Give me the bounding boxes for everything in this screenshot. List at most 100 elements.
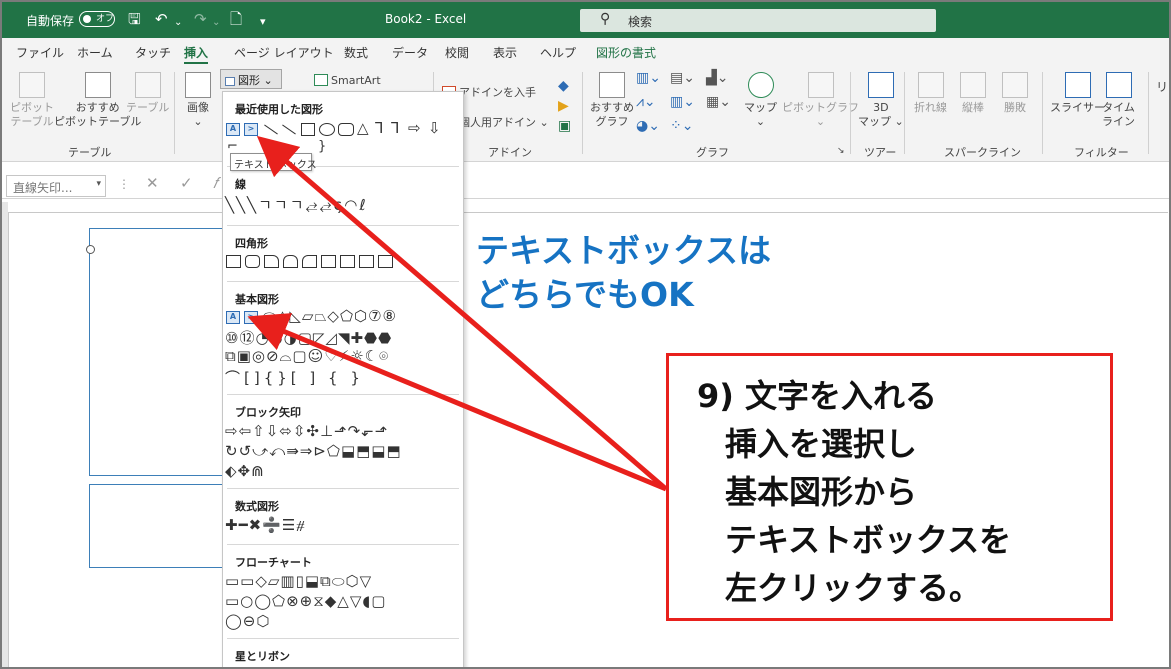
vertical-text-box-glyph: > xyxy=(247,312,255,321)
oval-shape-icon[interactable] xyxy=(319,123,335,136)
shapes-button[interactable]: 図形 ⌄ xyxy=(220,69,282,89)
gallery-heading-rectangles: 四角形 xyxy=(235,237,268,250)
rounded-rect-icon[interactable] xyxy=(245,255,260,268)
pie-chart-icon[interactable]: ◕⌄ xyxy=(636,118,660,134)
snip-rect-icon[interactable] xyxy=(264,255,279,268)
rectangle-shape-icon[interactable] xyxy=(301,123,315,136)
snip-round-rect-icon[interactable] xyxy=(321,255,336,268)
block-arrows-row3-icon[interactable]: ⬖✥⋒ xyxy=(225,462,265,480)
equation-shapes-icon[interactable]: ✚━✖➗☰⧣ xyxy=(225,516,306,534)
arrow-line-icon[interactable] xyxy=(282,124,296,135)
visio-icon[interactable]: ▣ xyxy=(558,118,571,134)
rect-icon[interactable] xyxy=(226,255,241,268)
smartart-button[interactable]: SmartArt xyxy=(314,74,381,87)
3d-map-button[interactable]: 3D マップ ⌄ xyxy=(858,72,904,129)
image-button[interactable]: 画像 ⌄ xyxy=(185,72,211,129)
flowchart-row3-icon[interactable]: ◯⊖⬡ xyxy=(225,612,270,630)
flowchart-row1-icon[interactable]: ▭▭◇▱▥▯⬓⧉⬭⬡▽ xyxy=(225,572,372,590)
basic-shapes-row2-icon[interactable]: ⑩⑫◔◕◑▢◸◿◥✚⬣⬣ xyxy=(225,327,392,348)
dialog-launcher-icon[interactable]: ↘ xyxy=(837,146,845,156)
tooltip: テキスト ボックス xyxy=(230,153,317,171)
basic-vertical-text-box-icon[interactable]: > xyxy=(244,311,258,324)
undo-icon[interactable]: ↶ xyxy=(155,10,168,28)
sparkline-column-button[interactable]: 縦棒 xyxy=(960,72,986,115)
tab-touch[interactable]: タッチ xyxy=(135,44,171,61)
line-chart-icon[interactable]: ⩘⌄ xyxy=(636,94,656,110)
save-icon[interactable]: 🖫 xyxy=(128,10,141,28)
elbow-arrow-icon[interactable]: ⅂ xyxy=(391,119,399,137)
cancel-icon[interactable]: ✕ xyxy=(146,174,159,192)
tab-review[interactable]: 校閲 xyxy=(445,44,469,61)
slicer-button[interactable]: スライサー xyxy=(1050,72,1105,115)
bracket-shape-icon[interactable]: ⌐ xyxy=(227,139,238,154)
tab-formulas[interactable]: 数式 xyxy=(344,44,368,61)
recommended-chart-button[interactable]: おすすめ グラフ xyxy=(590,72,634,129)
round-diag-rect-icon[interactable] xyxy=(378,255,393,268)
line-shape-icon[interactable] xyxy=(264,124,278,135)
chevron-down-icon[interactable]: ▾ xyxy=(96,179,101,189)
tab-file[interactable]: ファイル xyxy=(16,44,64,61)
undo-dropdown-icon[interactable]: ⌄ xyxy=(174,14,182,32)
basic-shapes-row3-icon[interactable]: ⧉▣◎⊘⌓▢☺♡⚡☼☾⌾ xyxy=(225,347,389,365)
waterfall-chart-icon[interactable]: ▟⌄ xyxy=(706,70,729,86)
name-box[interactable]: 直線矢印... ▾ xyxy=(6,175,106,197)
hierarchy-chart-icon[interactable]: ▤⌄ xyxy=(670,70,695,86)
tab-data[interactable]: データ xyxy=(392,44,428,61)
down-arrow-icon[interactable]: ⇩ xyxy=(428,119,441,137)
people-graph-icon[interactable]: ▶ xyxy=(558,98,569,114)
sparkline-winloss-button[interactable]: 勝敗 xyxy=(1002,72,1028,115)
globe-icon xyxy=(747,72,774,98)
resize-handle[interactable] xyxy=(86,245,95,254)
pivot-table-button[interactable]: ピボット テーブル xyxy=(10,72,54,129)
right-arrow-icon[interactable]: ⇨ xyxy=(408,119,421,137)
redo-icon[interactable]: ↷ xyxy=(194,10,207,28)
pivot-chart-button[interactable]: ピボットグラフ ⌄ xyxy=(782,72,859,129)
block-arrows-row1-icon[interactable]: ⇨⇦⇧⇩⬄⇳✣⊥⬏↷⬐⬏ xyxy=(225,422,388,440)
tab-view[interactable]: 表示 xyxy=(493,44,517,61)
rounded-rect-icon[interactable] xyxy=(338,123,354,136)
statistic-chart-icon[interactable]: ▥⌄ xyxy=(670,94,695,110)
sparkline-line-button[interactable]: 折れ線 xyxy=(914,72,947,115)
vertical-text-box-icon[interactable]: > xyxy=(244,123,258,136)
more-icon: ⋮ xyxy=(118,177,130,191)
formula-bar xyxy=(2,163,1169,199)
tab-home[interactable]: ホーム xyxy=(77,44,113,61)
basic-shapes-row4-icon[interactable]: ⌒[]{}[ ] { } xyxy=(225,367,364,388)
round-same-rect-icon[interactable] xyxy=(359,255,374,268)
search-input[interactable]: ⚲ 検索 xyxy=(580,9,936,32)
flowchart-row2-icon[interactable]: ▭○◯⬠⊗⊕⧖◆△▽◖▢ xyxy=(225,592,386,610)
triangle-shape-icon[interactable]: △ xyxy=(357,119,369,137)
basic-text-box-icon[interactable]: A xyxy=(226,311,240,324)
autosave-toggle[interactable]: オフ xyxy=(79,11,115,27)
redo-dropdown-icon[interactable]: ⌄ xyxy=(212,14,220,32)
link-icon[interactable]: リ xyxy=(1156,78,1168,95)
tab-shape-format[interactable]: 図形の書式 xyxy=(596,44,656,61)
block-arrows-row2-icon[interactable]: ↻↺⤻⤺⇛⇒⊳⬠⬓⬒⬓⬒ xyxy=(225,442,402,460)
gallery-heading-flowchart: フローチャート xyxy=(235,556,312,569)
text-box-icon[interactable]: A xyxy=(226,123,240,136)
table-button[interactable]: テーブル xyxy=(126,72,169,115)
touch-mode-icon[interactable]: 🗋 xyxy=(230,10,242,28)
tab-insert[interactable]: 挿入 xyxy=(184,44,209,65)
my-addins-label: 個人用アドイン xyxy=(459,116,536,129)
scatter-chart-icon[interactable]: ⁘⌄ xyxy=(670,118,693,134)
bing-maps-icon[interactable]: ◆ xyxy=(558,78,569,94)
lines-row-icon[interactable]: ╲╲╲ㄱㄱㄱ⥄⥄ς◠ℓ xyxy=(225,194,368,215)
map-chart-button[interactable]: マップ ⌄ xyxy=(744,72,777,129)
column-chart-icon[interactable]: ▥⌄ xyxy=(636,70,661,86)
snip-same-rect-icon[interactable] xyxy=(283,255,298,268)
confirm-icon[interactable]: ✓ xyxy=(180,174,193,192)
tab-help[interactable]: ヘルプ xyxy=(540,44,576,61)
customize-toolbar-icon[interactable]: ▾ xyxy=(260,13,266,31)
annotation-line-2: どちらでもOK xyxy=(476,275,694,314)
basic-shapes-row1-icon[interactable]: ⬭△◺▱⏢◇⬠⬡⑦⑧ xyxy=(263,307,397,325)
elbow-connector-icon[interactable]: ⅂ xyxy=(375,119,383,137)
combo-chart-icon[interactable]: ▦⌄ xyxy=(706,94,731,110)
brace-shape-icon[interactable]: } xyxy=(318,139,326,154)
callout-line-2: 挿入を選択し xyxy=(725,425,918,463)
tab-page-layout[interactable]: ページ レイアウト xyxy=(234,44,334,61)
round-one-rect-icon[interactable] xyxy=(340,255,355,268)
snip-diag-rect-icon[interactable] xyxy=(302,255,317,268)
insert-function-icon[interactable]: 𝑓 xyxy=(213,174,218,192)
timeline-button[interactable]: タイム ライン xyxy=(1102,72,1135,129)
